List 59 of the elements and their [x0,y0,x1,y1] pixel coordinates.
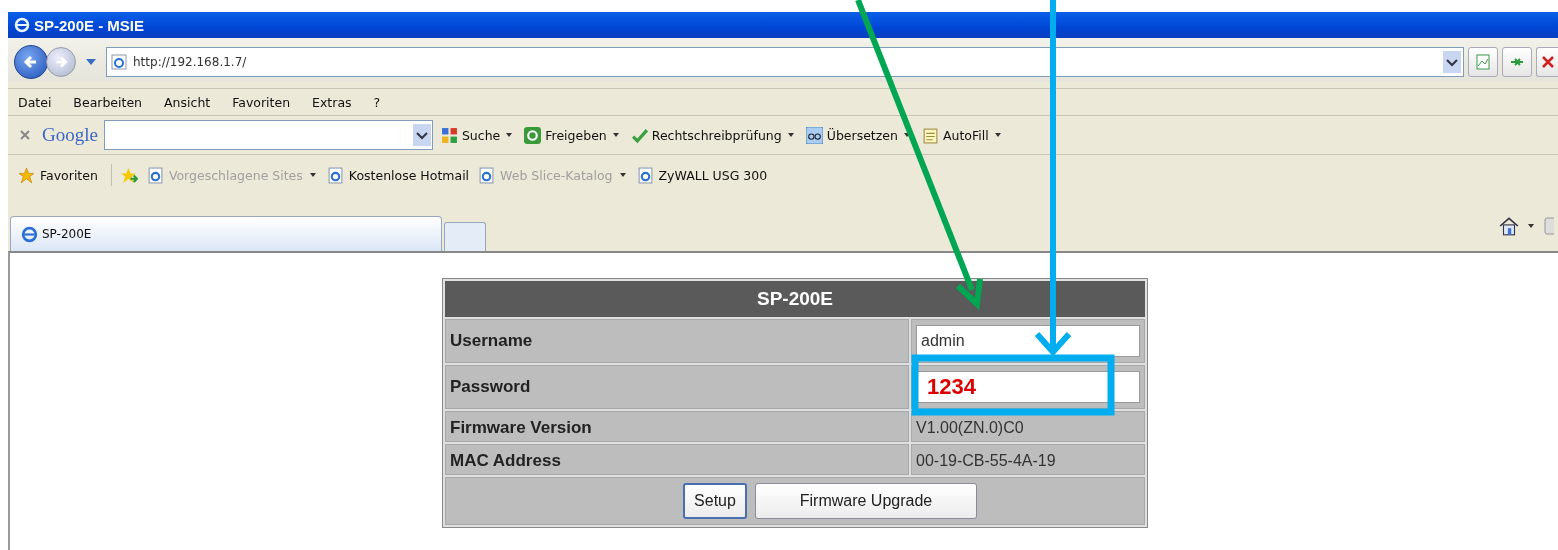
back-button[interactable] [14,45,48,79]
favorite-link[interactable]: Kostenlose Hotmail [348,167,470,183]
field-label: Password [450,377,531,396]
input-field[interactable]: 1234 [916,371,1140,403]
refresh-button[interactable] [1502,47,1532,77]
field-label: Firmware Version [450,418,592,437]
stop-button[interactable] [1536,47,1558,77]
menu-item[interactable]: Favoriten [232,94,291,110]
menu-item[interactable]: Bearbeiten [73,94,143,110]
colored-squares-icon [440,126,458,144]
field-label: MAC Address [450,451,561,470]
add-favorite-icon[interactable] [120,166,138,184]
device-title: SP-200E [756,288,833,309]
toolbar-button[interactable]: Suche [461,127,501,143]
form-button[interactable]: Setup [683,483,747,519]
notepad-icon [921,126,939,144]
form-button[interactable]: Firmware Upgrade [755,483,977,519]
menu-item[interactable]: Extras [312,94,352,110]
favorite-link[interactable]: ZyWALL USG 300 [658,167,768,183]
translate-icon [805,126,823,144]
dropdown-icon[interactable] [412,124,431,146]
browser-logo-icon [21,225,38,243]
toolbar-logo: Google [42,124,98,146]
menu-item[interactable]: Ansicht [164,94,211,110]
page-icon [636,166,654,184]
search-field[interactable] [103,120,433,150]
caret-icon[interactable] [994,133,1001,137]
star-icon [18,166,35,184]
favorites-button[interactable]: Favoriten [40,167,98,183]
checkmark-icon [630,126,648,144]
browser-logo-icon [14,17,30,33]
caret-icon[interactable] [612,133,619,137]
menu-item[interactable]: ? [373,94,381,110]
menu-item[interactable]: Datei [18,94,52,110]
page-icon [111,54,127,70]
field-label: Username [450,331,533,350]
field-value: V1.00(ZN.0)C0 [916,419,1024,436]
caret-icon[interactable] [506,133,513,137]
caret-icon[interactable] [1528,224,1534,228]
browser-tab[interactable]: SP-200E [10,216,442,251]
caret-icon[interactable] [903,133,910,137]
window-title: SP-200E - MSIE [34,16,145,34]
page-icon [326,166,344,184]
share-icon [524,126,542,144]
history-dropdown-icon[interactable] [86,59,96,65]
chart-page-icon [1475,54,1491,70]
toolbar-button[interactable]: Übersetzen [826,127,898,143]
toolbar-button[interactable]: Freigeben [545,127,607,143]
close-icon[interactable] [20,130,30,140]
address-field[interactable]: http://192.168.1.7/ [106,47,1464,77]
toolbar-button[interactable]: AutoFill [942,127,989,143]
close-icon [1539,54,1556,70]
page-icon [146,166,164,184]
page-icon [478,166,496,184]
home-icon[interactable] [1498,215,1520,237]
dropdown-icon[interactable] [1443,51,1461,73]
field-value: 00-19-CB-55-4A-19 [916,452,1056,469]
caret-icon[interactable] [787,133,794,137]
toolbar-button[interactable]: Rechtschreibprüfung [651,127,782,143]
